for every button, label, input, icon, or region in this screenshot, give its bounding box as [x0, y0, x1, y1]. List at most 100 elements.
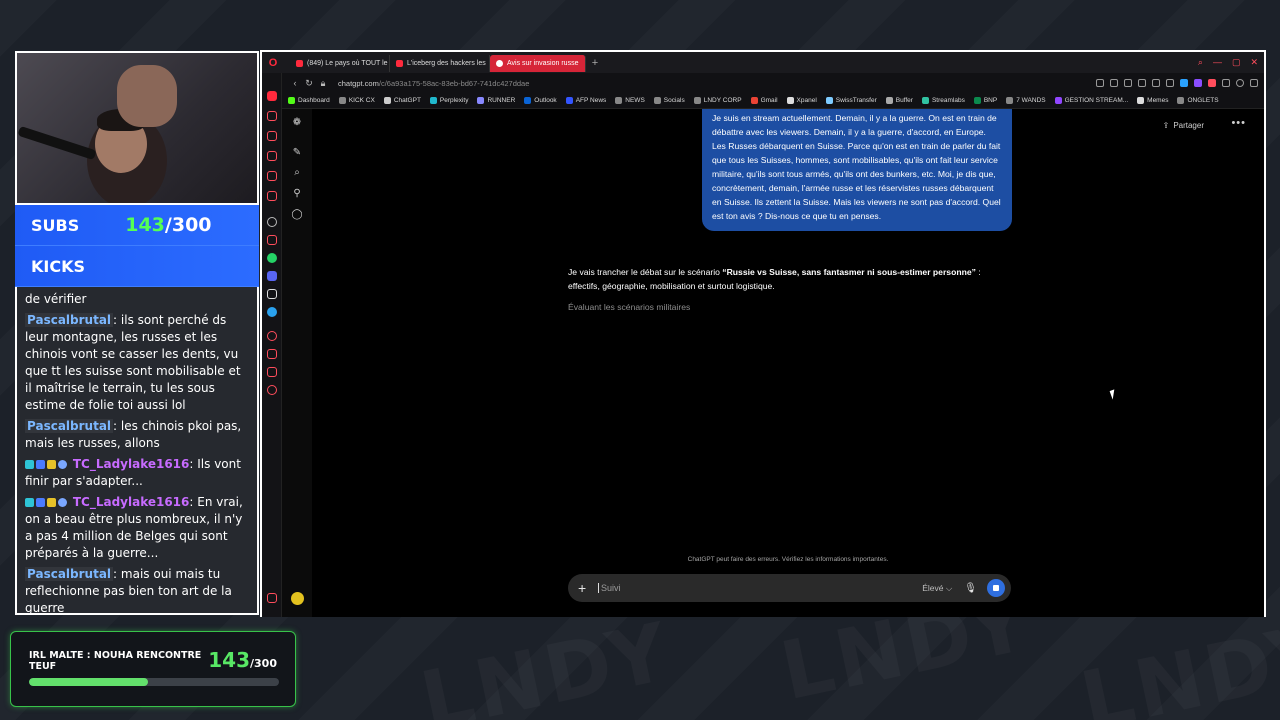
messenger-icon[interactable]: [267, 171, 277, 181]
snapshot-icon[interactable]: [1124, 79, 1132, 87]
tab-chatgpt-active[interactable]: Avis sur invasion russe: [490, 55, 586, 72]
downloads-icon[interactable]: [267, 349, 277, 359]
bookmark-item[interactable]: Dashboard: [288, 97, 330, 104]
bookmark-icon: [1054, 97, 1062, 104]
chat-username[interactable]: TC_Ladylake1616: [73, 457, 190, 471]
share-button[interactable]: ⇪ Partager: [1163, 121, 1204, 130]
chatgpt-sidebar: ❁ ✎ ⌕ ⚲ ◯: [282, 109, 312, 617]
bookmark-item[interactable]: ChatGPT: [383, 97, 421, 104]
goal-current: 143: [208, 648, 251, 672]
tab-bar: O (849) Le pays où TOUT le L'iceberg des…: [262, 52, 1264, 73]
bookmark-icon: [429, 97, 437, 104]
chatgpt-sidebar-icon[interactable]: [267, 217, 277, 227]
bookmark-icon[interactable]: [1110, 79, 1118, 87]
sidebar-options-icon[interactable]: [267, 593, 277, 603]
mouse-cursor-icon: [1109, 389, 1118, 400]
new-chat-icon[interactable]: ✎: [291, 147, 303, 159]
x-icon[interactable]: [267, 289, 277, 299]
instagram-icon[interactable]: [267, 191, 277, 201]
bookmark-item[interactable]: Socials: [653, 97, 685, 104]
url-field[interactable]: chatgpt.com/c/6a93a175-58ac-83eb-bd67-74…: [338, 79, 529, 88]
menu-icon[interactable]: [1250, 79, 1258, 87]
attach-plus-icon[interactable]: +: [578, 580, 592, 596]
history-icon[interactable]: [267, 331, 277, 341]
home-icon[interactable]: [267, 91, 277, 101]
chat-username[interactable]: Pascalbrutal: [25, 419, 114, 433]
chat-username[interactable]: Pascalbrutal: [25, 313, 114, 327]
stop-generation-button[interactable]: [987, 579, 1005, 597]
extension-icon[interactable]: [1208, 79, 1216, 87]
tab-youtube-iceberg[interactable]: L'iceberg des hackers les: [390, 55, 490, 72]
bookmark-item[interactable]: RUNNER: [477, 97, 515, 104]
subscriber-badge-icon: [25, 498, 34, 507]
download-icon[interactable]: [1222, 79, 1230, 87]
search-icon[interactable]: ⌕: [291, 167, 303, 179]
heart-icon[interactable]: [1166, 79, 1174, 87]
chat-bubble-icon[interactable]: ◯: [291, 209, 303, 221]
minimize-icon[interactable]: —: [1213, 57, 1222, 68]
back-icon[interactable]: ‹: [288, 78, 302, 88]
bookmark-item[interactable]: Memes: [1137, 97, 1168, 104]
more-options-button[interactable]: •••: [1231, 117, 1246, 129]
player-icon[interactable]: [1152, 79, 1160, 87]
streamer-arm: [117, 65, 177, 127]
bookmark-label: BNP: [983, 97, 998, 104]
reload-icon[interactable]: ↻: [302, 78, 316, 89]
bookmark-item[interactable]: Gmail: [750, 97, 778, 104]
extension-icon[interactable]: [1194, 79, 1202, 87]
model-selector[interactable]: Élevé ⌵: [922, 583, 952, 594]
maximize-icon[interactable]: ▢: [1232, 57, 1241, 68]
bookmark-icon: [653, 97, 661, 104]
bookmark-item[interactable]: AFP News: [565, 97, 606, 104]
chat-message: de vérifier: [25, 291, 249, 308]
settings-icon[interactable]: [267, 385, 277, 395]
twitch-icon[interactable]: [267, 151, 277, 161]
extension-icon[interactable]: [1180, 79, 1188, 87]
tab-youtube-pays[interactable]: (849) Le pays où TOUT le: [290, 55, 390, 72]
new-tab-button[interactable]: +: [586, 57, 604, 69]
bookmark-item[interactable]: SwissTransfer: [825, 97, 877, 104]
chatgpt-logo-icon[interactable]: ❁: [291, 117, 303, 129]
bookmark-item[interactable]: Perplexity: [429, 97, 468, 104]
opera-logo-icon[interactable]: O: [262, 52, 284, 73]
bookmark-item[interactable]: Outlook: [524, 97, 557, 104]
ai-icon[interactable]: [267, 235, 277, 245]
vpn-icon[interactable]: [1138, 79, 1146, 87]
stream-goals-panel: SUBS 143/300 KICKS: [15, 205, 259, 287]
bookmark-icon: [693, 97, 701, 104]
bookmark-item[interactable]: ONGLETS: [1177, 97, 1219, 104]
search-tabs-icon[interactable]: ⌕: [1198, 57, 1203, 68]
bookmark-item[interactable]: BNP: [973, 97, 998, 104]
bookmark-item[interactable]: 7 WANDS: [1006, 97, 1046, 104]
bookmark-item[interactable]: Xpanel: [786, 97, 817, 104]
discord-icon[interactable]: [267, 271, 277, 281]
whatsapp-icon[interactable]: [267, 253, 277, 263]
bookmark-item[interactable]: LNDY CORP: [693, 97, 742, 104]
aria-icon[interactable]: [267, 111, 277, 121]
bookmark-item[interactable]: KICK CX: [338, 97, 375, 104]
chat-message: TC_Ladylake1616: Ils vont finir par s'ad…: [25, 456, 249, 490]
thinking-status[interactable]: Évaluant les scénarios militaires: [568, 302, 690, 312]
prompt-input[interactable]: Suivi: [598, 583, 922, 593]
microphone-icon[interactable]: 🎙︎: [964, 583, 977, 594]
message-composer: + Suivi Élevé ⌵ 🎙︎: [568, 574, 1011, 602]
chat-username[interactable]: Pascalbrutal: [25, 567, 114, 581]
pin-icon[interactable]: ⚲: [291, 188, 303, 200]
telegram-icon[interactable]: [267, 307, 277, 317]
bookmark-item[interactable]: NEWS: [615, 97, 645, 104]
extensions-icon[interactable]: [267, 367, 277, 377]
chat-message: Pascalbrutal: ils sont perché ds leur mo…: [25, 312, 249, 414]
address-bar: ‹ ↻ 🔒︎ chatgpt.com/c/6a93a175-58ac-83eb-…: [282, 73, 1264, 93]
user-avatar[interactable]: [291, 592, 304, 605]
bookmark-item[interactable]: Buffer: [885, 97, 913, 104]
close-icon[interactable]: ✕: [1250, 57, 1258, 68]
profile-icon[interactable]: [1236, 79, 1244, 87]
chat-username[interactable]: TC_Ladylake1616: [73, 495, 190, 509]
bookmark-item[interactable]: GESTION STREAM...: [1054, 97, 1128, 104]
workspace-icon[interactable]: [267, 131, 277, 141]
zoom-icon[interactable]: [1096, 79, 1104, 87]
kicks-label: KICKS: [31, 256, 86, 276]
subs-count: 143/300: [125, 214, 211, 236]
bookmark-icon: [615, 97, 623, 104]
bookmark-item[interactable]: Streamlabs: [921, 97, 965, 104]
